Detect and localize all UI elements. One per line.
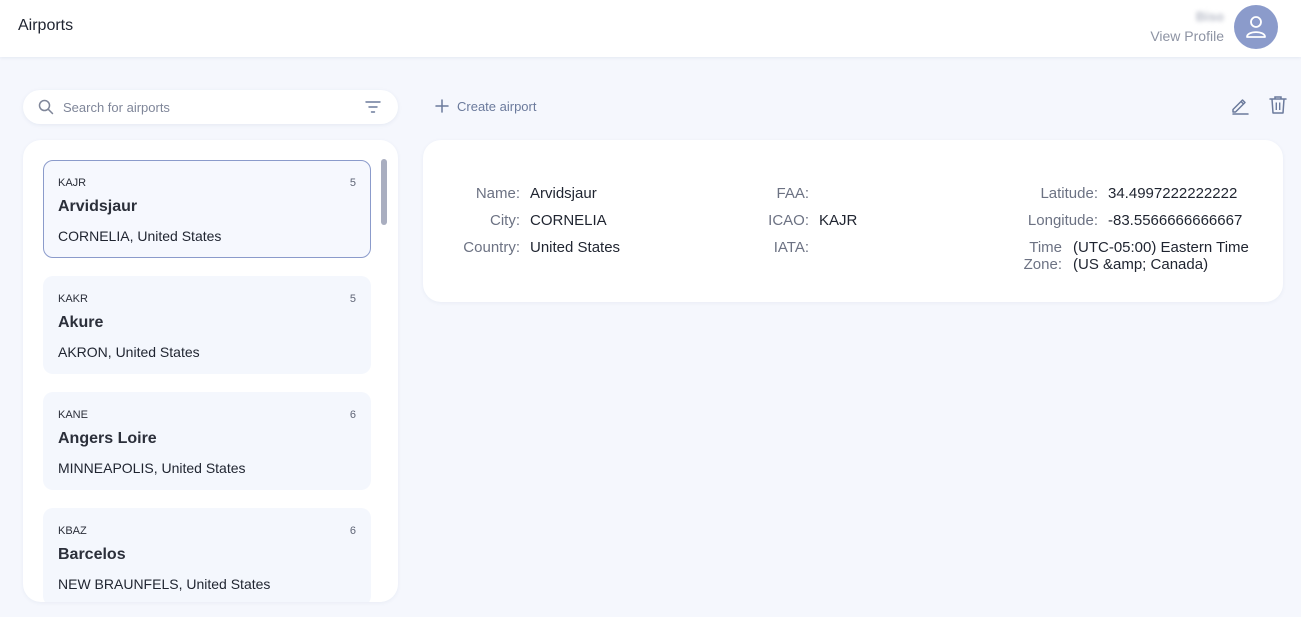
user-icon [1246,16,1266,38]
airport-code: KAKR [58,293,88,305]
filter-icon[interactable] [365,100,381,114]
profile-menu[interactable]: Biso View Profile [1150,5,1278,49]
airport-detail-panel: Name: Arvidsjaur City: CORNELIA Country:… [423,140,1283,302]
airport-card[interactable]: KBAZ 6 Barcelos NEW BRAUNFELS, United St… [43,508,371,602]
pencil-icon [1232,99,1249,115]
city-value: CORNELIA [530,212,607,229]
page-title: Airports [18,17,74,34]
profile-text: Biso View Profile [1150,9,1224,45]
avatar[interactable] [1234,5,1278,49]
timezone-value-line2: (US &amp; Canada) [1073,256,1209,273]
trash-icon [1269,96,1287,114]
search-input[interactable] [63,90,353,124]
airport-name: Angers Loire [58,430,157,447]
longitude-label: Longitude: [1027,212,1098,229]
longitude-value: -83.5566666666667 [1108,212,1243,229]
list-scrollbar[interactable] [381,159,387,225]
airport-list: KAJR 5 Arvidsjaur CORNELIA, United State… [43,160,371,602]
faa-label: FAA: [776,185,809,202]
name-value: Arvidsjaur [530,185,597,202]
view-profile-link[interactable]: View Profile [1150,28,1224,44]
name-label: Name: [475,185,520,202]
airport-card[interactable]: KAKR 5 Akure AKRON, United States [43,276,371,374]
latitude-value: 34.4997222222222 [1108,185,1238,202]
timezone-label-line2: Zone: [1023,256,1062,273]
country-value: United States [530,239,621,256]
airport-list-panel: KAJR 5 Arvidsjaur CORNELIA, United State… [23,140,398,602]
create-airport-label: Create airport [457,98,537,114]
airport-code: KANE [58,409,88,421]
top-header: Airports Biso View Profile [0,0,1301,57]
iata-label: IATA: [773,239,809,256]
delete-button[interactable] [1268,95,1288,115]
airport-code: KBAZ [58,525,87,537]
icao-label: ICAO: [768,212,809,229]
airport-count: 5 [349,177,356,189]
airport-count: 6 [349,525,356,537]
airport-location: AKRON, United States [58,344,200,360]
airport-location: CORNELIA, United States [58,228,222,244]
search-bar [23,90,398,124]
airport-location: NEW BRAUNFELS, United States [58,576,271,592]
plus-icon [435,99,449,113]
airport-name: Arvidsjaur [58,198,138,215]
create-airport-button[interactable]: Create airport [435,96,536,116]
timezone-value-line1: (UTC-05:00) Eastern Time [1073,239,1249,256]
airport-card[interactable]: KANE 6 Angers Loire MINNEAPOLIS, United … [43,392,371,490]
airport-name: Barcelos [58,546,126,563]
search-icon [38,99,54,115]
airport-location: MINNEAPOLIS, United States [58,460,246,476]
country-label: Country: [463,239,520,256]
airport-card[interactable]: KAJR 5 Arvidsjaur CORNELIA, United State… [43,160,371,258]
timezone-label-line1: Time [1029,239,1062,256]
airport-count: 5 [349,293,356,305]
icao-value: KAJR [819,212,858,229]
edit-button[interactable] [1230,95,1250,115]
airport-code: KAJR [58,177,87,189]
airport-count: 6 [349,409,356,421]
city-label: City: [490,212,520,229]
latitude-label: Latitude: [1040,185,1098,202]
profile-name: Biso [1195,9,1224,24]
airport-name: Akure [58,314,104,331]
